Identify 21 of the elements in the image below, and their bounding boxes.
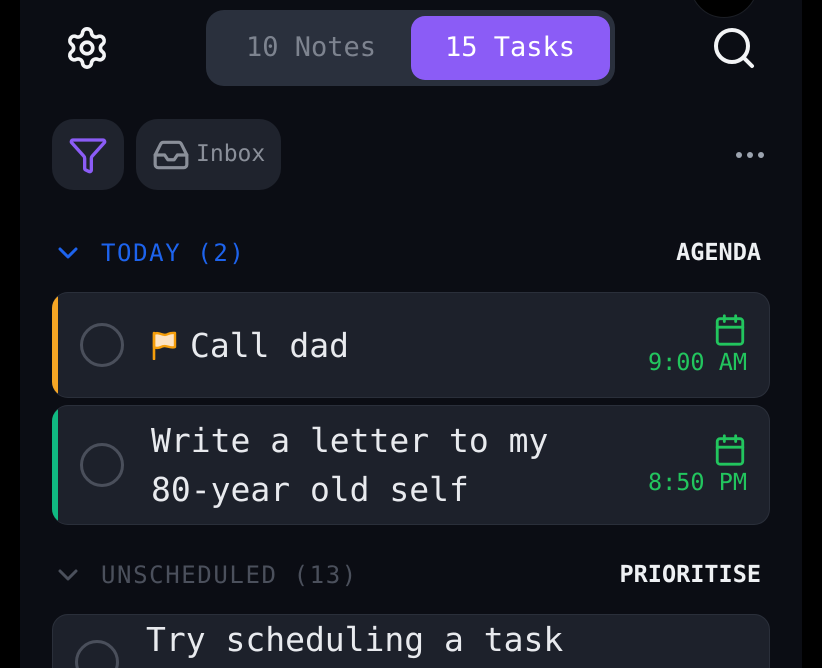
section-title[interactable]: TODAY (2) [101,235,246,271]
task-checkbox[interactable] [80,443,124,487]
task-checkbox[interactable] [80,323,124,367]
task-card[interactable]: Try scheduling a task [52,614,770,668]
calendar-icon [713,313,747,347]
task-title: Write a letter to my 80-year old self [151,420,550,511]
section-action-link[interactable]: PRIORITISE [620,557,761,593]
chevron-icon[interactable] [58,569,78,581]
calendar-icon [713,433,747,467]
task-card[interactable]: Write a letter to my 80-year old self 8:50 PM [52,405,770,525]
due-time: 8:50 PM [648,467,747,497]
task-card[interactable]: Call dad 9:00 AM [52,292,770,398]
filter-button[interactable] [52,119,124,190]
task-title: Call dad [190,324,349,366]
inbox-button[interactable]: Inbox [136,119,282,190]
due-time: 9:00 AM [648,347,747,377]
tab[interactable]: 15 Tasks [410,16,610,80]
section-action-link[interactable]: AGENDA [676,235,761,271]
more-options-icon[interactable] [736,152,764,158]
task-title: Try scheduling a task [146,619,564,661]
chevron-icon[interactable] [58,247,78,259]
